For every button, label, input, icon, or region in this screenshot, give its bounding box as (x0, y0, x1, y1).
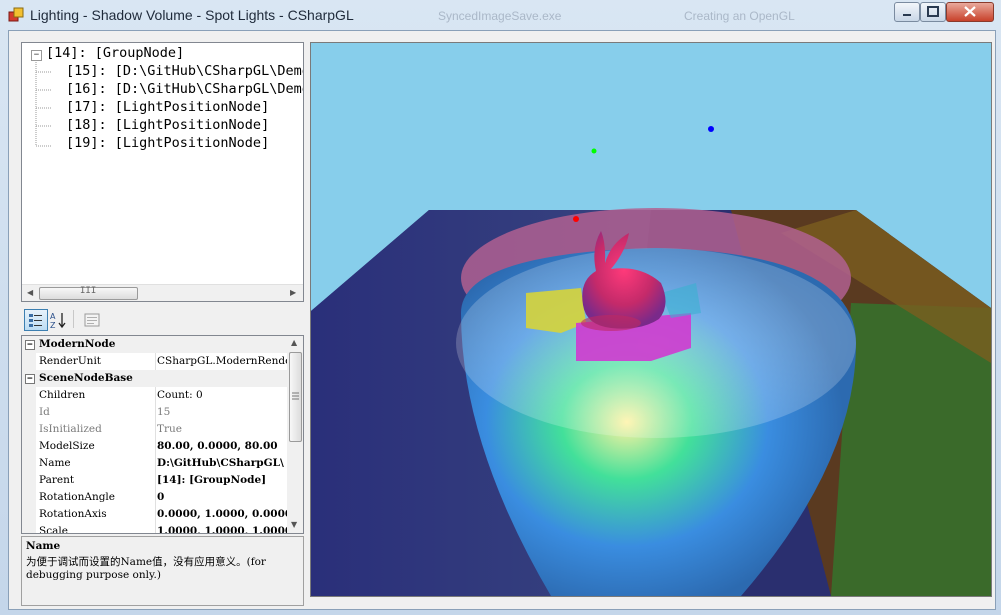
tree-expander-icon[interactable]: − (31, 50, 42, 61)
property-row[interactable]: RotationAxis 0.0000, 1.0000, 0.0000 (22, 506, 287, 523)
property-pages-button[interactable] (80, 309, 104, 331)
background-window-title: SyncedImageSave.exe (438, 9, 562, 23)
property-value[interactable]: [14]: [GroupNode] (157, 474, 287, 486)
maximize-button[interactable] (920, 2, 946, 22)
scroll-down-icon[interactable]: ▼ (291, 520, 297, 529)
categorized-icon (29, 314, 42, 327)
collapse-icon[interactable]: − (25, 374, 35, 384)
category-row[interactable]: − ModernNode (22, 336, 287, 353)
property-grid-toolbar: A Z (21, 308, 304, 332)
property-value[interactable]: Count: 0 (157, 389, 287, 401)
property-value[interactable]: True (157, 423, 287, 435)
scene-render[interactable] (311, 43, 991, 596)
property-row[interactable]: RotationAngle 0 (22, 489, 287, 506)
scroll-up-icon[interactable]: ▲ (291, 338, 297, 347)
light-marker-red (573, 216, 579, 222)
scene-tree-view[interactable]: − [14]: [GroupNode] [15]: [D:\GitHub\CSh… (21, 42, 304, 302)
property-name: RenderUnit (39, 355, 102, 367)
alphabetical-button[interactable]: A Z (46, 309, 70, 331)
property-name: Id (39, 406, 50, 418)
property-row[interactable]: Children Count: 0 (22, 387, 287, 404)
background-window-title: Creating an OpenGL (684, 9, 795, 23)
property-name: RotationAngle (39, 491, 116, 503)
property-name: Name (39, 457, 71, 469)
collapse-icon[interactable]: − (25, 340, 35, 350)
property-value[interactable]: 0.0000, 1.0000, 0.0000 (157, 508, 287, 520)
scroll-grip-icon (292, 392, 299, 400)
category-row[interactable]: − SceneNodeBase (22, 370, 287, 387)
light-marker-green (591, 148, 597, 154)
scroll-left-icon[interactable]: ◀ (27, 288, 33, 297)
close-button[interactable] (946, 2, 994, 22)
property-row[interactable]: Id 15 (22, 404, 287, 421)
svg-text:Z: Z (50, 321, 56, 330)
property-value[interactable]: 80.00, 0.0000, 80.00 (157, 440, 287, 452)
property-grid[interactable]: − ModernNode RenderUnit CSharpGL.ModernR… (21, 335, 304, 534)
opengl-viewport[interactable] (310, 42, 992, 597)
toolbar-separator (73, 310, 74, 328)
property-row[interactable]: ModelSize 80.00, 0.0000, 80.00 (22, 438, 287, 455)
property-value[interactable]: 0 (157, 491, 287, 503)
tree-node[interactable]: [16]: [D:\GitHub\CSharpGL\Demos (66, 81, 303, 97)
tree-node[interactable]: [18]: [LightPositionNode] (66, 117, 269, 133)
property-value[interactable]: CSharpGL.ModernRenderUnit (157, 355, 287, 367)
help-title: Name (26, 540, 61, 552)
light-marker-blue (708, 126, 714, 132)
tree-node-root[interactable]: [14]: [GroupNode] (46, 45, 184, 61)
property-pages-icon (84, 313, 100, 327)
property-row[interactable]: RenderUnit CSharpGL.ModernRenderUnit (22, 353, 287, 370)
property-row[interactable]: IsInitialized True (22, 421, 287, 438)
maximize-icon (927, 6, 939, 17)
categorized-button[interactable] (24, 309, 48, 331)
category-name: ModernNode (39, 338, 116, 350)
scroll-thumb[interactable] (289, 352, 302, 442)
minimize-icon (903, 14, 911, 16)
property-grid-vertical-scrollbar[interactable]: ▲ ▼ (287, 336, 303, 533)
property-row[interactable]: Name D:\GitHub\CSharpGL\ (22, 455, 287, 472)
title-bar[interactable]: Lighting - Shadow Volume - Spot Lights -… (0, 0, 1001, 30)
close-icon (964, 6, 976, 17)
property-row[interactable]: Scale 1.0000, 1.0000, 1.0000 (22, 523, 287, 534)
app-icon (8, 7, 24, 22)
category-name: SceneNodeBase (39, 372, 133, 384)
property-name: Parent (39, 474, 75, 486)
tree-horizontal-scrollbar[interactable]: ◀ III ▶ (22, 284, 303, 301)
property-row[interactable]: Parent [14]: [GroupNode] (22, 472, 287, 489)
property-name: Scale (39, 525, 68, 534)
scroll-grip-icon: III (80, 286, 97, 296)
window-title: Lighting - Shadow Volume - Spot Lights -… (30, 7, 354, 23)
property-help-panel: Name 为便于调试而设置的Name值，没有应用意义。(for debuggin… (21, 536, 304, 606)
minimize-button[interactable] (894, 2, 920, 22)
property-name: IsInitialized (39, 423, 102, 435)
property-value[interactable]: D:\GitHub\CSharpGL\ (157, 457, 287, 469)
svg-text:A: A (50, 312, 56, 321)
tree-node[interactable]: [17]: [LightPositionNode] (66, 99, 269, 115)
property-value[interactable]: 1.0000, 1.0000, 1.0000 (157, 525, 287, 533)
property-name: RotationAxis (39, 508, 107, 520)
tree-node[interactable]: [19]: [LightPositionNode] (66, 135, 269, 151)
form-client-area: − [14]: [GroupNode] [15]: [D:\GitHub\CSh… (8, 30, 996, 610)
property-value[interactable]: 15 (157, 406, 287, 418)
property-name: ModelSize (39, 440, 95, 452)
tree-node[interactable]: [15]: [D:\GitHub\CSharpGL\Demos (66, 63, 303, 79)
scroll-right-icon[interactable]: ▶ (290, 288, 296, 297)
main-window: Lighting - Shadow Volume - Spot Lights -… (0, 0, 1001, 615)
scroll-thumb[interactable]: III (39, 286, 138, 300)
property-name: Children (39, 389, 86, 401)
sort-alphabetical-icon: A Z (50, 312, 66, 330)
help-description: 为便于调试而设置的Name值，没有应用意义。(for debugging pur… (26, 556, 266, 581)
